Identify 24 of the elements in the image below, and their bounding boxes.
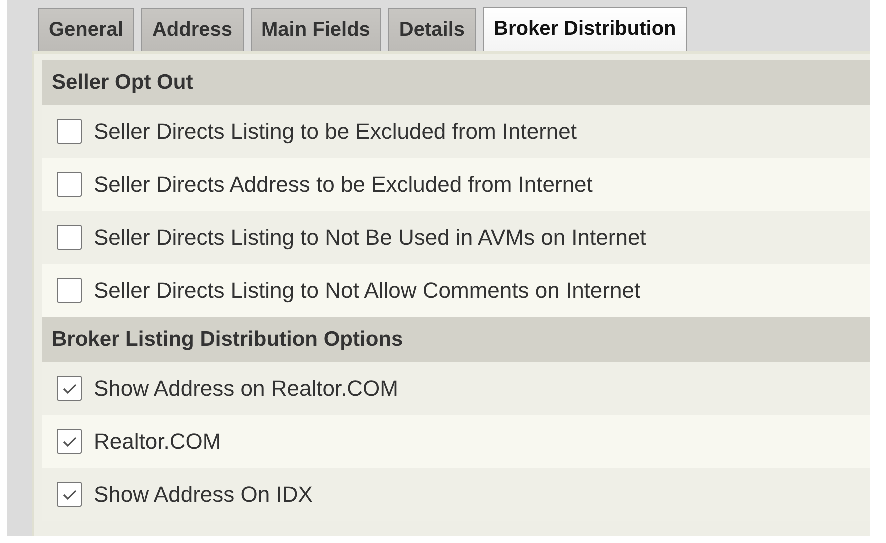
checkbox[interactable] xyxy=(57,172,82,197)
checkbox[interactable] xyxy=(57,225,82,250)
tab[interactable]: Broker Distribution xyxy=(483,7,688,51)
option-label: Seller Directs Listing to Not Be Used in AVMs on Internet xyxy=(94,224,646,250)
option-label: Seller Directs Address to be Excluded from Internet xyxy=(94,172,593,198)
section-header: Seller Opt Out xyxy=(42,60,870,105)
checkbox[interactable] xyxy=(57,119,82,144)
checkbox[interactable] xyxy=(57,429,82,454)
tab[interactable]: Details xyxy=(388,8,476,51)
section-header: Broker Listing Distribution Options xyxy=(42,317,870,362)
checkbox[interactable] xyxy=(57,482,82,507)
option-label: Show Address On IDX xyxy=(94,482,313,508)
option-label: Realtor.COM xyxy=(94,428,222,454)
tab[interactable]: Main Fields xyxy=(250,8,382,51)
checkbox[interactable] xyxy=(57,278,82,303)
check-icon xyxy=(62,382,78,396)
tab[interactable]: General xyxy=(38,8,134,51)
check-icon xyxy=(62,434,78,448)
option-label: Seller Directs Listing to be Excluded from Internet xyxy=(94,118,578,144)
option-label: Show Address on Realtor.COM xyxy=(94,376,398,402)
option-label: Seller Directs Listing to Not Allow Comments on Internet xyxy=(94,278,641,304)
checkbox[interactable] xyxy=(57,376,82,401)
check-icon xyxy=(62,488,78,502)
tab[interactable]: Address xyxy=(141,8,244,51)
